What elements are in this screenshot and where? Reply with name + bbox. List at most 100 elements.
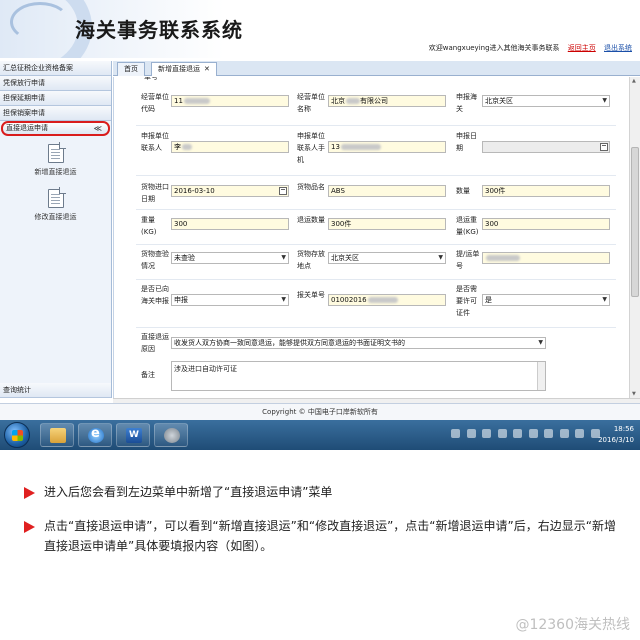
field-value: 申报	[174, 296, 188, 304]
note-text: 进入后您会看到左边菜单中新增了“直接退运申请”菜单	[44, 485, 333, 499]
field-label: 退运数量	[297, 216, 325, 224]
goods-name-field[interactable]: ABS	[328, 185, 446, 197]
field-value: 13	[331, 143, 340, 151]
field-value: 300	[174, 220, 188, 228]
windows-logo-icon	[12, 430, 23, 441]
field-label: 数量	[456, 187, 470, 195]
license-required-select[interactable]: 是 ▼	[482, 294, 610, 306]
weight-field[interactable]: 300	[171, 218, 289, 230]
field-value: 北京	[331, 97, 345, 105]
quantity-field[interactable]: 300件	[482, 185, 610, 197]
return-reason-select[interactable]: 收发货人双方协商一致同意退运，能够提供双方同意退运的书面证明文书的 ▼	[171, 337, 546, 349]
field-label: 重量(KG)	[141, 216, 157, 236]
tray-network-icon[interactable]	[482, 429, 492, 438]
remark-textarea[interactable]: 涉及进口自动许可证	[171, 361, 546, 391]
clock-date: 2016/3/10	[598, 436, 634, 444]
chevron-down-icon: ▼	[281, 296, 286, 303]
folder-icon	[50, 428, 66, 443]
vertical-scrollbar[interactable]: ▲ ▼	[629, 77, 640, 398]
redacted-mark	[182, 144, 192, 150]
return-quantity-field[interactable]: 300件	[328, 218, 446, 230]
field-label: 提/运单号	[456, 250, 480, 270]
field-label: 申报单位联系人	[141, 132, 169, 152]
field-label-cut: 单号	[144, 77, 158, 81]
field-value: 收发货人双方协商一致同意退运，能够提供双方同意退运的书面证明文书的	[174, 339, 405, 347]
tray-security-icon[interactable]	[497, 429, 507, 438]
tray-volume-icon[interactable]	[559, 429, 569, 438]
red-arrow-icon	[24, 487, 35, 499]
operator-code-field[interactable]: 11	[171, 95, 289, 107]
tray-keyboard-icon[interactable]	[466, 429, 476, 438]
scroll-up-icon[interactable]: ▲	[632, 78, 636, 84]
tab-home[interactable]: 首页	[117, 62, 145, 76]
sidebar-item-query-stats[interactable]: 查询统计	[0, 383, 111, 398]
bill-number-field[interactable]	[482, 252, 610, 264]
logo-arc	[10, 2, 70, 42]
customs-select[interactable]: 北京关区 ▼	[482, 95, 610, 107]
field-value: 01002016	[331, 296, 367, 304]
sidebar-item-guarantee-cancel[interactable]: 担保销案申请	[0, 106, 111, 121]
tab-new-direct-return[interactable]: 新增直接退运 ✕	[151, 62, 217, 76]
watermark-text: @12360海关热线	[515, 617, 630, 633]
sidebar-item-label: 直接退运申请	[6, 124, 48, 132]
field-label: 货物查验情况	[141, 250, 169, 270]
calendar-icon[interactable]	[600, 143, 608, 151]
inspection-select[interactable]: 未查验 ▼	[171, 252, 289, 264]
sidebar-item-direct-return[interactable]: 直接退运申请 ≪	[1, 121, 110, 136]
declared-select[interactable]: 申报 ▼	[171, 294, 289, 306]
start-button[interactable]	[4, 422, 30, 448]
textarea-scrollbar[interactable]	[537, 362, 545, 390]
taskbar-media[interactable]	[154, 423, 188, 447]
declaration-number-field[interactable]: 01002016	[328, 294, 446, 306]
sidebar-item-guarantee-extension[interactable]: 担保延期申请	[0, 91, 111, 106]
return-weight-field[interactable]: 300	[482, 218, 610, 230]
operator-name-field[interactable]: 北京 有限公司	[328, 95, 446, 107]
edit-direct-return-entry[interactable]: 修改直接退运	[0, 187, 111, 222]
field-label: 经营单位代码	[141, 93, 169, 113]
field-label: 是否需要许可证件	[456, 285, 477, 317]
return-home-link[interactable]: 返回主页	[568, 44, 596, 52]
word-icon	[126, 428, 142, 443]
logout-link[interactable]: 退出系统	[604, 44, 632, 52]
contact-phone-field[interactable]: 13	[328, 141, 446, 153]
close-icon[interactable]: ✕	[204, 65, 210, 73]
welcome-text: 欢迎wangxueying进入其他海关事务联系	[428, 44, 560, 52]
tray-s-icon[interactable]	[451, 429, 461, 438]
redacted-mark	[340, 144, 381, 150]
field-value: 北京关区	[485, 97, 513, 105]
field-value: 300件	[485, 187, 506, 195]
new-direct-return-entry[interactable]: 新增直接退运	[0, 142, 111, 177]
import-date-field[interactable]: 2016-03-10	[171, 185, 289, 197]
field-label: 申报日期	[456, 132, 477, 152]
tray-flag-icon[interactable]	[528, 429, 538, 438]
tray-input-icon[interactable]	[513, 429, 523, 438]
field-value: 11	[174, 97, 183, 105]
taskbar-clock[interactable]: 18:56 2016/3/10	[598, 424, 634, 446]
document-icon	[47, 187, 66, 208]
contact-person-field[interactable]: 李	[171, 141, 289, 153]
storage-location-select[interactable]: 北京关区 ▼	[328, 252, 446, 264]
row-divider	[136, 327, 616, 328]
field-value: 300	[485, 220, 499, 228]
scroll-thumb[interactable]	[631, 147, 639, 297]
sidebar-item-guarantee-release[interactable]: 凭保放行申请	[0, 76, 111, 91]
ie-browser-icon	[88, 426, 104, 443]
scroll-down-icon[interactable]: ▼	[632, 391, 636, 397]
collapse-icon[interactable]: ≪	[94, 123, 102, 134]
app-header: 海关事务联系系统 欢迎wangxueying进入其他海关事务联系 返回主页 退出…	[0, 0, 640, 58]
chevron-down-icon: ▼	[281, 254, 286, 261]
declare-date-field[interactable]	[482, 141, 610, 153]
calendar-icon[interactable]	[279, 187, 287, 195]
taskbar-explorer[interactable]	[40, 423, 74, 447]
sidebar-item-summary-tax[interactable]: 汇总征税企业资格备案	[0, 61, 111, 76]
taskbar-ie[interactable]	[78, 423, 112, 447]
tray-display-icon[interactable]	[544, 429, 554, 438]
chevron-down-icon: ▼	[538, 339, 543, 346]
tray-lock-icon[interactable]	[575, 429, 585, 438]
app-window: 海关事务联系系统 欢迎wangxueying进入其他海关事务联系 返回主页 退出…	[0, 0, 640, 420]
red-arrow-icon	[24, 521, 35, 533]
sidebar: 汇总征税企业资格备案 凭保放行申请 担保延期申请 担保销案申请 直接退运申请 ≪…	[0, 61, 112, 398]
sidebar-item-label: 凭保放行申请	[3, 79, 45, 87]
field-value: 北京关区	[331, 254, 359, 262]
taskbar-word[interactable]	[116, 423, 150, 447]
